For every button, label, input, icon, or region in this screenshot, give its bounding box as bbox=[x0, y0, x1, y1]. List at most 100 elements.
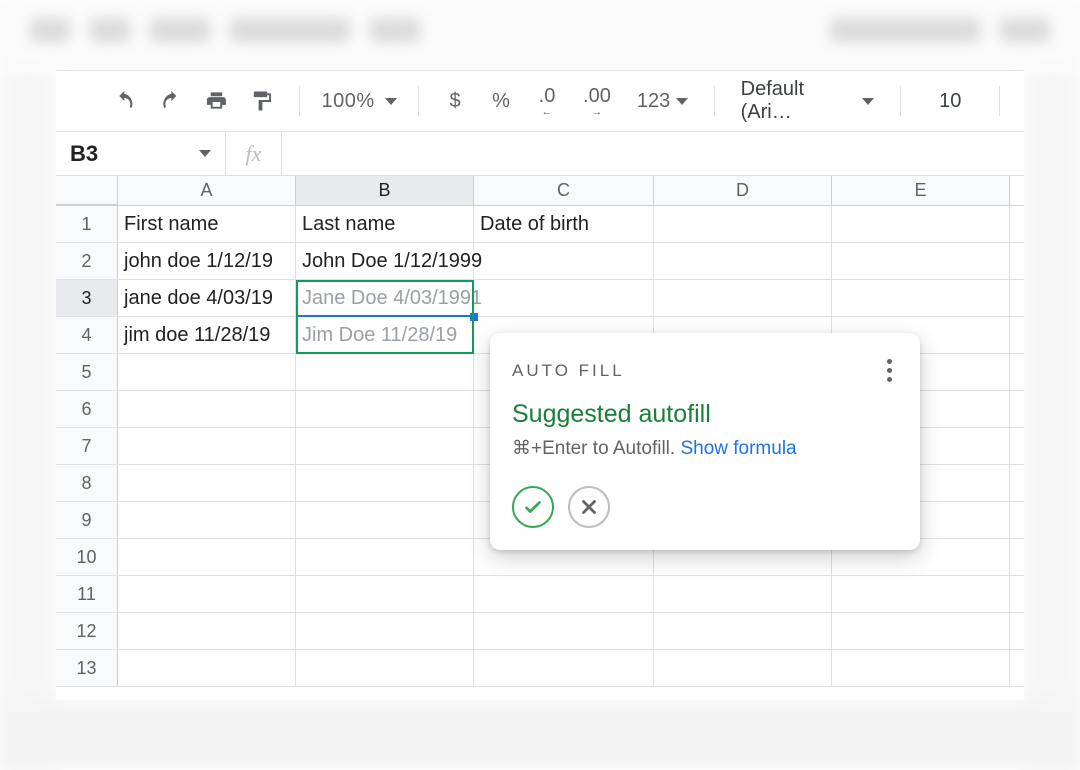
kebab-dot-icon bbox=[887, 368, 892, 373]
row-header-10[interactable]: 10 bbox=[56, 539, 118, 575]
row-header-2[interactable]: 2 bbox=[56, 243, 118, 279]
font-family-dropdown[interactable]: Default (Ari… bbox=[737, 84, 879, 118]
row-1: 1 First name Last name Date of birth bbox=[56, 206, 1024, 243]
cell-E3[interactable] bbox=[832, 280, 1010, 316]
chevron-down-icon bbox=[862, 98, 874, 105]
name-box[interactable]: B3 bbox=[56, 132, 226, 175]
cell-A3[interactable]: jane doe 4/03/19 bbox=[118, 280, 296, 316]
row-header-6[interactable]: 6 bbox=[56, 391, 118, 427]
row-header-4[interactable]: 4 bbox=[56, 317, 118, 353]
cell-C1[interactable]: Date of birth bbox=[474, 206, 654, 242]
cell-E1[interactable] bbox=[832, 206, 1010, 242]
row-header-5[interactable]: 5 bbox=[56, 354, 118, 390]
zoom-value: 100% bbox=[321, 90, 374, 113]
row-header-3[interactable]: 3 bbox=[56, 280, 118, 316]
row-3: 3 jane doe 4/03/19 Jane Doe 4/03/1991 bbox=[56, 280, 1024, 317]
close-icon bbox=[578, 496, 600, 518]
cell-A5[interactable] bbox=[118, 354, 296, 390]
col-header-E[interactable]: E bbox=[832, 176, 1010, 205]
show-formula-link[interactable]: Show formula bbox=[680, 438, 796, 459]
name-box-value: B3 bbox=[70, 141, 98, 167]
col-header-B[interactable]: B bbox=[296, 176, 474, 205]
cell-A10[interactable] bbox=[118, 539, 296, 575]
chevron-down-icon bbox=[385, 98, 397, 105]
row-header-11[interactable]: 11 bbox=[56, 576, 118, 612]
undo-button[interactable] bbox=[108, 84, 141, 118]
redo-button[interactable] bbox=[155, 84, 188, 118]
cell-D12[interactable] bbox=[654, 613, 832, 649]
more-options-button[interactable] bbox=[881, 353, 898, 388]
cell-A12[interactable] bbox=[118, 613, 296, 649]
cell-A9[interactable] bbox=[118, 502, 296, 538]
cell-E11[interactable] bbox=[832, 576, 1010, 612]
cell-C12[interactable] bbox=[474, 613, 654, 649]
row-header-9[interactable]: 9 bbox=[56, 502, 118, 538]
cell-B11[interactable] bbox=[296, 576, 474, 612]
cell-E13[interactable] bbox=[832, 650, 1010, 686]
cell-B10[interactable] bbox=[296, 539, 474, 575]
cell-B3[interactable]: Jane Doe 4/03/1991 bbox=[296, 280, 474, 316]
formula-input[interactable] bbox=[282, 132, 1024, 175]
cell-E12[interactable] bbox=[832, 613, 1010, 649]
cell-D13[interactable] bbox=[654, 650, 832, 686]
cell-B9[interactable] bbox=[296, 502, 474, 538]
cell-B12[interactable] bbox=[296, 613, 474, 649]
toolbar: 100% $ % .0← .00→ 123 Default (Ari… 10 bbox=[56, 70, 1024, 132]
increase-decimal-button[interactable]: .00→ bbox=[579, 84, 615, 118]
cell-E2[interactable] bbox=[832, 243, 1010, 279]
cell-B8[interactable] bbox=[296, 465, 474, 501]
cell-C11[interactable] bbox=[474, 576, 654, 612]
cell-A1[interactable]: First name bbox=[118, 206, 296, 242]
cell-B2[interactable]: John Doe 1/12/1999 bbox=[296, 243, 474, 279]
menu-bar-shapes bbox=[0, 18, 1080, 52]
cell-B4[interactable]: Jim Doe 11/28/19 bbox=[296, 317, 474, 353]
row-header-13[interactable]: 13 bbox=[56, 650, 118, 686]
cell-D2[interactable] bbox=[654, 243, 832, 279]
font-size-input[interactable]: 10 bbox=[923, 84, 977, 118]
col-header-A[interactable]: A bbox=[118, 176, 296, 205]
cell-D3[interactable] bbox=[654, 280, 832, 316]
select-all-corner[interactable] bbox=[56, 176, 118, 205]
col-header-D[interactable]: D bbox=[654, 176, 832, 205]
cell-C3[interactable] bbox=[474, 280, 654, 316]
row-header-8[interactable]: 8 bbox=[56, 465, 118, 501]
more-formats-dropdown[interactable]: 123 bbox=[633, 84, 692, 118]
cell-C13[interactable] bbox=[474, 650, 654, 686]
accept-autofill-button[interactable] bbox=[512, 486, 554, 528]
cell-A8[interactable] bbox=[118, 465, 296, 501]
cell-B1[interactable]: Last name bbox=[296, 206, 474, 242]
number-format-group: $ % .0← .00→ 123 bbox=[441, 84, 692, 118]
decrease-decimal-button[interactable]: .0← bbox=[533, 84, 561, 118]
font-family-value: Default (Ari… bbox=[741, 78, 851, 124]
cell-B5[interactable] bbox=[296, 354, 474, 390]
paint-format-button[interactable] bbox=[246, 84, 277, 118]
row-header-12[interactable]: 12 bbox=[56, 613, 118, 649]
print-button[interactable] bbox=[201, 84, 232, 118]
currency-button[interactable]: $ bbox=[441, 84, 469, 118]
chevron-down-icon bbox=[676, 98, 688, 105]
cell-A4[interactable]: jim doe 11/28/19 bbox=[118, 317, 296, 353]
cell-B7[interactable] bbox=[296, 428, 474, 464]
cell-B6[interactable] bbox=[296, 391, 474, 427]
check-icon bbox=[522, 496, 544, 518]
cell-C2[interactable] bbox=[474, 243, 654, 279]
cell-D11[interactable] bbox=[654, 576, 832, 612]
cell-B13[interactable] bbox=[296, 650, 474, 686]
cell-A13[interactable] bbox=[118, 650, 296, 686]
zoom-dropdown[interactable]: 100% bbox=[322, 84, 396, 118]
cell-A11[interactable] bbox=[118, 576, 296, 612]
cell-A7[interactable] bbox=[118, 428, 296, 464]
autofill-hint: ⌘+Enter to Autofill. Show formula bbox=[512, 437, 898, 460]
reject-autofill-button[interactable] bbox=[568, 486, 610, 528]
blur-left bbox=[0, 70, 56, 770]
row-2: 2 john doe 1/12/19 John Doe 1/12/1999 bbox=[56, 243, 1024, 280]
cell-A6[interactable] bbox=[118, 391, 296, 427]
cell-A2[interactable]: john doe 1/12/19 bbox=[118, 243, 296, 279]
autofill-heading: AUTO FILL bbox=[512, 361, 625, 381]
row-header-7[interactable]: 7 bbox=[56, 428, 118, 464]
percent-button[interactable]: % bbox=[487, 84, 515, 118]
col-header-C[interactable]: C bbox=[474, 176, 654, 205]
kebab-dot-icon bbox=[887, 359, 892, 364]
cell-D1[interactable] bbox=[654, 206, 832, 242]
row-header-1[interactable]: 1 bbox=[56, 206, 118, 242]
